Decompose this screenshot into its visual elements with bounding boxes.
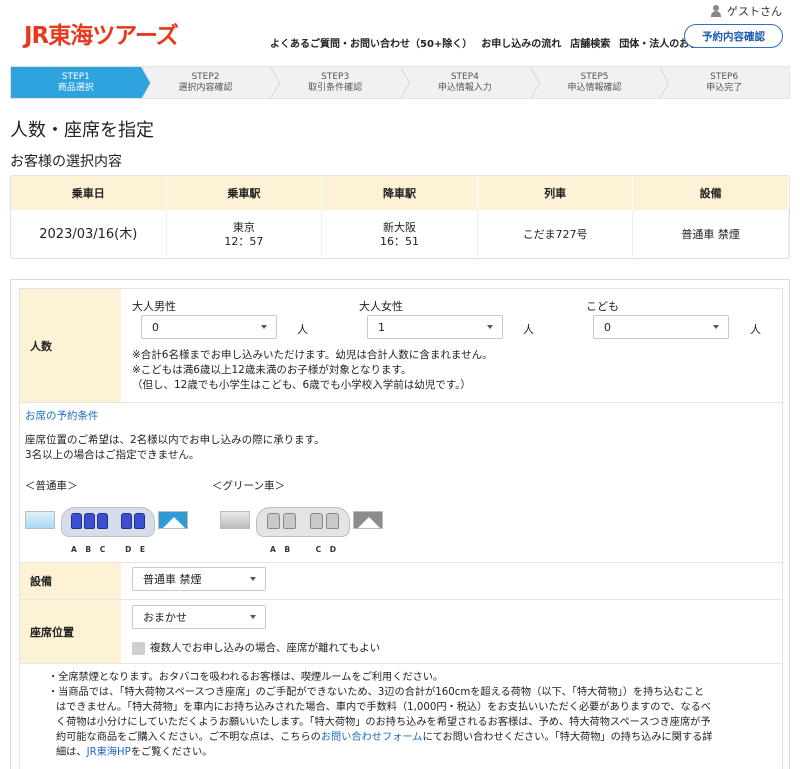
- step-6: STEP6 申込完了: [706, 72, 743, 93]
- brand-logo[interactable]: JR東海ツアーズ: [24, 16, 179, 50]
- chevron-down-icon: [713, 325, 719, 329]
- child-select[interactable]: 0: [593, 315, 729, 339]
- step-4: STEP4 申込情報入力: [400, 67, 540, 99]
- header-date: 乗車日: [11, 176, 167, 210]
- cell-facility: 普通車 禁煙: [633, 210, 789, 258]
- chevron-down-icon: [487, 325, 493, 329]
- selection-body-row: 2023/03/16(木) 東京 12：57 新大阪 16：51 こだま727号 普…: [11, 210, 789, 258]
- reservation-confirm-button[interactable]: 予約内容確認: [684, 24, 783, 48]
- green-car-diagram: A B C D: [220, 507, 390, 557]
- seat-position-label: 座席位置: [20, 600, 121, 663]
- jr-central-hp-link[interactable]: JR東海HP: [87, 747, 131, 758]
- nav-flow[interactable]: お申し込みの流れ: [481, 35, 561, 50]
- cell-alight: 新大阪 16：51: [322, 210, 478, 258]
- window-view-icon: [25, 511, 55, 529]
- header-board: 乗車駅: [167, 176, 323, 210]
- chevron-down-icon: [250, 615, 256, 619]
- step-5: STEP5 申込情報確認: [530, 67, 670, 99]
- facility-select[interactable]: 普通車 禁煙: [132, 567, 266, 591]
- header: JR東海ツアーズ ゲストさん よくあるご質問・お問い合わせ（50+除く） お申し…: [0, 0, 800, 62]
- step-3: STEP3 取引条件確認: [270, 67, 411, 99]
- unit-label: 人: [750, 323, 761, 336]
- header-facility: 設備: [633, 176, 789, 210]
- step-1: STEP1 商品選択: [11, 67, 151, 99]
- unit-label: 人: [523, 323, 534, 336]
- nav-store-search[interactable]: 店舗検索: [570, 35, 610, 50]
- seat-conditions-text: 座席位置のご希望は、2名様以内でお申し込みの際に承ります。 3名以上の場合はご指…: [25, 434, 325, 461]
- step-progress: STEP1 商品選択 STEP2 選択内容確認 STEP3 取引条件確認 STEP4 申…: [10, 66, 790, 99]
- adult-male-select[interactable]: 0: [141, 315, 277, 339]
- chevron-down-icon: [250, 577, 256, 581]
- unit-label: 人: [297, 323, 308, 336]
- form-inner: 人数 大人男性 0 人 大人女性 1 人 こども 0 人 ※合計6名様までお申し…: [19, 288, 783, 769]
- cell-date: 2023/03/16(木): [11, 210, 167, 258]
- adult-male-label: 大人男性: [132, 300, 176, 313]
- person-icon: [710, 5, 722, 17]
- header-alight: 降車駅: [322, 176, 478, 210]
- adult-female-select[interactable]: 1: [367, 315, 503, 339]
- step-2: STEP2 選択内容確認: [141, 67, 281, 99]
- separate-seats-label[interactable]: 複数人でお申し込みの場合、座席が離れてもよい: [150, 641, 380, 656]
- facility-label: 設備: [20, 563, 121, 599]
- child-label: こども: [586, 300, 619, 313]
- seat-conditions-link[interactable]: お席の予約条件: [25, 409, 99, 424]
- top-nav: よくあるご質問・お問い合わせ（50+除く） お申し込みの流れ 店舗検索 団体・法…: [270, 35, 718, 50]
- guest-user[interactable]: ゲストさん: [710, 3, 782, 19]
- ordinary-car-label: ＜普通車＞: [25, 480, 78, 492]
- form-box: 人数 大人男性 0 人 大人女性 1 人 こども 0 人 ※合計6名様までお申し…: [10, 279, 790, 769]
- cell-train: こだま727号: [478, 210, 634, 258]
- green-car-label: ＜グリーン車＞: [212, 480, 285, 492]
- guest-label: ゲストさん: [727, 5, 782, 18]
- cell-board: 東京 12：57: [167, 210, 323, 258]
- contact-form-link[interactable]: お問い合わせフォーム: [321, 732, 423, 743]
- header-train: 列車: [478, 176, 634, 210]
- section-title: お客様の選択内容: [10, 154, 122, 170]
- mount-fuji-icon: [353, 511, 383, 529]
- window-view-icon: [220, 511, 250, 529]
- selection-header-row: 乗車日 乗車駅 降車駅 列車 設備: [11, 176, 789, 210]
- chevron-down-icon: [261, 325, 267, 329]
- people-notes: ※合計6名様までお申し込みいただけます。幼児は合計人数に含まれません。 ※こども…: [132, 349, 493, 391]
- nav-faq[interactable]: よくあるご質問・お問い合わせ（50+除く）: [270, 35, 472, 50]
- separate-seats-checkbox[interactable]: [132, 642, 145, 655]
- ordinary-car-diagram: A B C D E: [25, 507, 195, 557]
- seat-position-select[interactable]: おまかせ: [132, 605, 266, 629]
- selection-summary: 乗車日 乗車駅 降車駅 列車 設備 2023/03/16(木) 東京 12：57 …: [10, 175, 790, 259]
- page-title: 人数・座席を指定: [10, 120, 154, 141]
- notice-list: ・全席禁煙となります。おタバコを吸われるお客様は、喫煙ルームをご利用ください。 …: [48, 672, 713, 758]
- people-label: 人数: [20, 289, 121, 402]
- adult-female-label: 大人女性: [359, 300, 403, 313]
- mount-fuji-icon: [158, 511, 188, 529]
